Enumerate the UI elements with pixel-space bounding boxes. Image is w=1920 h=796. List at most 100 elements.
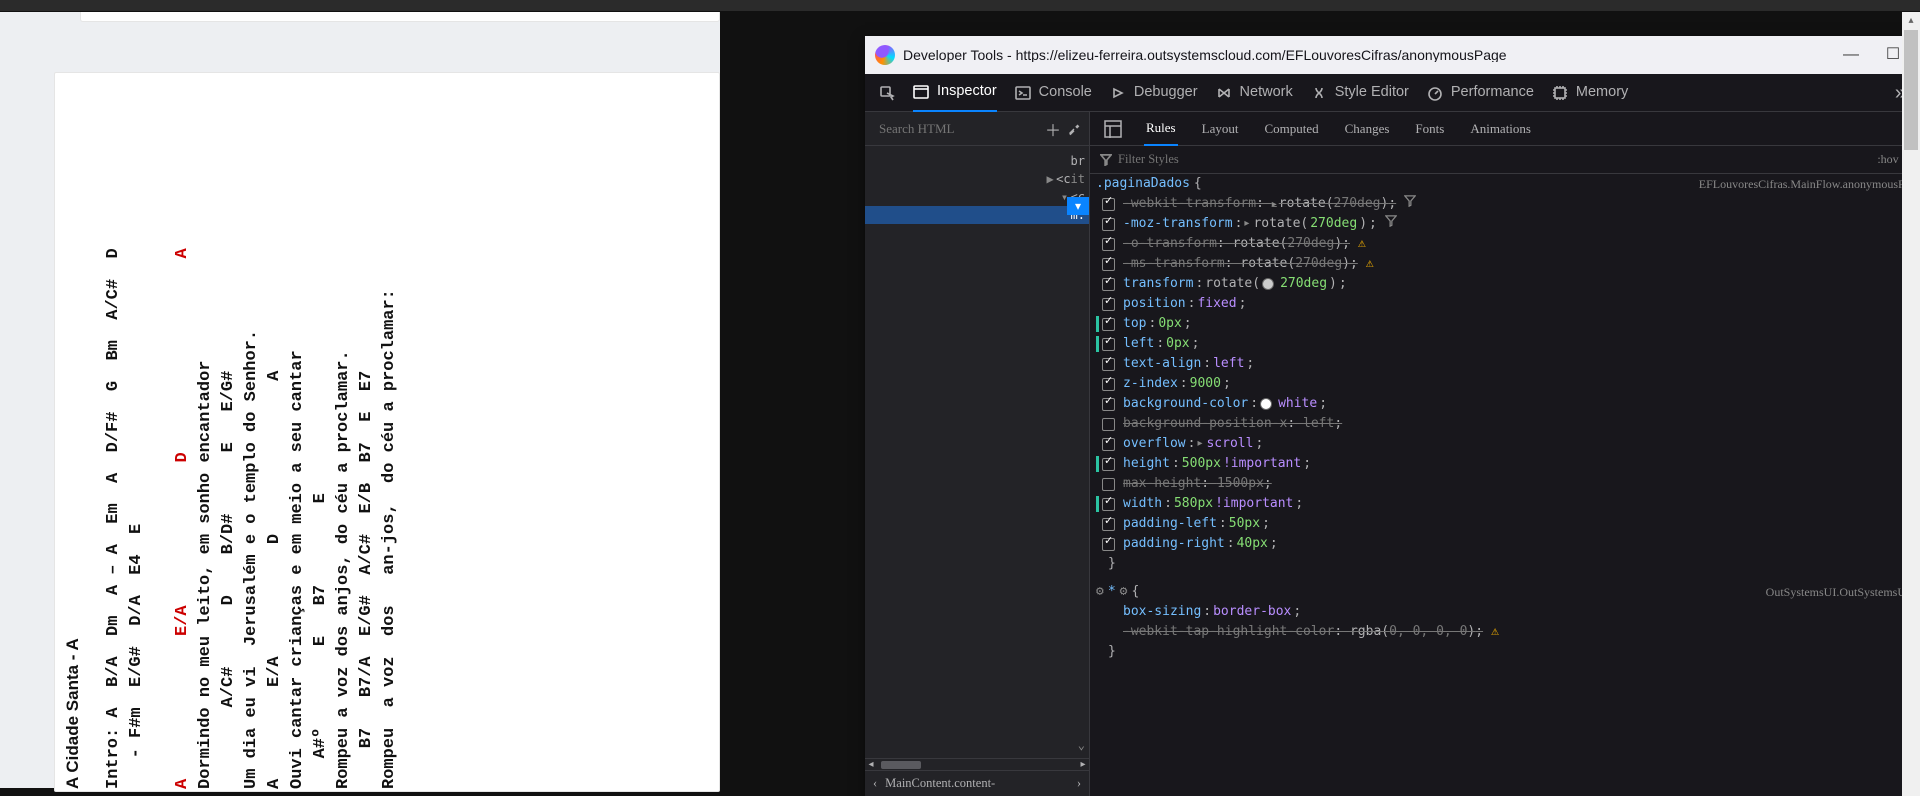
scroll-up-arrow[interactable]: ▴ xyxy=(1902,12,1920,30)
layout-toggle-icon[interactable] xyxy=(1104,120,1122,138)
devtools-window: Developer Tools - https://elizeu-ferreir… xyxy=(865,36,1920,796)
dom-h-scrollbar[interactable]: ◂ ▸ xyxy=(865,758,1089,770)
decl-enable-checkbox[interactable] xyxy=(1102,418,1115,431)
rules-list[interactable]: .paginaDados {EFLouvoresCifras.MainFlow.… xyxy=(1090,174,1920,796)
dom-panel: ＋ br▶<cit▾<c m:▾ ⌄ ◂ ▸ ‹ MainContent.cont… xyxy=(865,112,1090,796)
subtab-rules[interactable]: Rules xyxy=(1144,112,1178,146)
warning-icon[interactable]: ⚠ xyxy=(1366,254,1374,274)
decl-enable-checkbox[interactable] xyxy=(1102,498,1115,511)
html-search-input[interactable] xyxy=(879,121,1039,137)
subtab-changes[interactable]: Changes xyxy=(1343,112,1392,146)
decl-enable-checkbox[interactable] xyxy=(1102,538,1115,551)
css-declaration[interactable]: -o-transform: rotate(270deg);⚠ xyxy=(1096,234,1910,254)
filter-styles-input[interactable] xyxy=(1118,152,1877,167)
dom-node[interactable]: br xyxy=(865,152,1089,170)
decl-enable-checkbox[interactable] xyxy=(1102,438,1115,451)
eyedropper-button[interactable] xyxy=(1067,118,1081,140)
warning-icon[interactable]: ⚠ xyxy=(1491,622,1499,642)
subtab-layout[interactable]: Layout xyxy=(1200,112,1241,146)
decl-enable-checkbox[interactable] xyxy=(1102,478,1115,491)
decl-enable-checkbox[interactable] xyxy=(1102,218,1115,231)
crumb-next[interactable]: › xyxy=(1077,776,1081,791)
css-declaration[interactable]: z-index: 9000; xyxy=(1096,374,1910,394)
decl-enable-checkbox[interactable] xyxy=(1102,338,1115,351)
filter-icon[interactable] xyxy=(1385,214,1397,234)
rule-selector-row[interactable]: ⚙*⚙ {OutSystemsUI.OutSystemsUI xyxy=(1096,582,1910,602)
breadcrumb-text[interactable]: MainContent.content- xyxy=(885,776,995,791)
decl-enable-checkbox[interactable] xyxy=(1102,298,1115,311)
gear-icon[interactable]: ⚙ xyxy=(1096,582,1104,602)
filter-icon[interactable] xyxy=(1404,194,1416,214)
dom-tree[interactable]: br▶<cit▾<c m:▾ ⌄ xyxy=(865,146,1089,758)
css-declaration[interactable]: -webkit-transform: ▸rotate(270deg); xyxy=(1096,194,1910,214)
new-node-button[interactable]: ＋ xyxy=(1045,118,1061,140)
css-declaration[interactable]: transform: rotate( 270deg); xyxy=(1096,274,1910,294)
css-declaration[interactable]: left: 0px; xyxy=(1096,334,1910,354)
css-declaration[interactable]: top: 0px; xyxy=(1096,314,1910,334)
tab-performance[interactable]: Performance xyxy=(1427,74,1534,112)
window-titlebar[interactable]: Developer Tools - https://elizeu-ferreir… xyxy=(865,36,1920,74)
css-declaration[interactable]: max-height: 1500px; xyxy=(1096,474,1910,494)
pick-element-button[interactable] xyxy=(879,74,895,112)
tab-inspector[interactable]: Inspector xyxy=(913,74,997,112)
rule-source-link[interactable]: OutSystemsUI.OutSystemsUI xyxy=(1766,585,1910,600)
warning-icon[interactable]: ⚠ xyxy=(1358,234,1366,254)
rule-source-link[interactable]: EFLouvoresCifras.MainFlow.anonymousPa xyxy=(1699,177,1910,192)
css-declaration[interactable]: overflow: ▸scroll; xyxy=(1096,434,1910,454)
decl-enable-checkbox[interactable] xyxy=(1102,458,1115,471)
decl-enable-checkbox[interactable] xyxy=(1102,258,1115,271)
decl-enable-checkbox[interactable] xyxy=(1102,358,1115,371)
domtree-overflow-icon[interactable]: ⌄ xyxy=(1078,736,1085,754)
css-declaration[interactable]: background-color: white; xyxy=(1096,394,1910,414)
subtab-computed[interactable]: Computed xyxy=(1262,112,1320,146)
song-body: Intro: A B/A Dm A – A Em A D/F# G Bm A/C… xyxy=(103,79,401,789)
gear-icon[interactable]: ⚙ xyxy=(1120,582,1128,602)
tab-style-editor[interactable]: Style Editor xyxy=(1311,74,1409,112)
scroll-left-arrow[interactable]: ◂ xyxy=(865,759,877,771)
decl-enable-checkbox[interactable] xyxy=(1102,278,1115,291)
funnel-icon xyxy=(1100,154,1112,166)
decl-enable-checkbox[interactable] xyxy=(1102,318,1115,331)
style-editor-icon xyxy=(1311,85,1327,101)
breadcrumbs-bar: ‹ MainContent.content- › xyxy=(865,770,1089,796)
minimize-button[interactable]: — xyxy=(1834,47,1868,63)
browser-viewport: A Cidade Santa - A Intro: A B/A Dm A – A… xyxy=(0,12,720,788)
css-declaration[interactable]: width: 580px !important; xyxy=(1096,494,1910,514)
css-declaration[interactable]: -moz-transform: ▸rotate(270deg); xyxy=(1096,214,1910,234)
filter-styles-bar: :hov .c xyxy=(1090,146,1920,174)
tab-network[interactable]: Network xyxy=(1216,74,1293,112)
css-declaration[interactable]: position: fixed; xyxy=(1096,294,1910,314)
v-scroll-thumb[interactable] xyxy=(1904,30,1918,150)
dom-node[interactable]: m: xyxy=(865,206,1089,224)
crumb-prev[interactable]: ‹ xyxy=(873,776,877,791)
css-declaration[interactable]: box-sizing: border-box; xyxy=(1096,602,1910,622)
css-declaration[interactable]: height: 500px !important; xyxy=(1096,454,1910,474)
decl-enable-checkbox[interactable] xyxy=(1102,378,1115,391)
subtab-fonts[interactable]: Fonts xyxy=(1413,112,1446,146)
decl-enable-checkbox[interactable] xyxy=(1102,238,1115,251)
dom-node[interactable]: ▶<cit xyxy=(865,170,1089,188)
decl-enable-checkbox[interactable] xyxy=(1102,398,1115,411)
tab-debugger[interactable]: Debugger xyxy=(1110,74,1198,112)
subtab-animations[interactable]: Animations xyxy=(1468,112,1533,146)
css-declaration[interactable]: text-align: left; xyxy=(1096,354,1910,374)
css-declaration[interactable]: padding-right: 40px; xyxy=(1096,534,1910,554)
css-declaration[interactable]: background-position-x: left; xyxy=(1096,414,1910,434)
tab-console[interactable]: Console xyxy=(1015,74,1092,112)
dom-node[interactable]: ▾<c xyxy=(865,188,1089,206)
os-top-bar xyxy=(0,0,1920,12)
decl-enable-checkbox[interactable] xyxy=(1102,198,1115,211)
css-declaration[interactable]: -ms-transform: rotate(270deg);⚠ xyxy=(1096,254,1910,274)
window-title-text: Developer Tools - https://elizeu-ferreir… xyxy=(903,48,1826,62)
css-declaration[interactable]: -webkit-tap-highlight-color: rgba(0, 0, … xyxy=(1096,622,1910,642)
tab-memory[interactable]: Memory xyxy=(1552,74,1628,112)
h-scroll-thumb[interactable] xyxy=(881,761,921,769)
song-card: A Cidade Santa - A Intro: A B/A Dm A – A… xyxy=(54,72,720,792)
scroll-right-arrow[interactable]: ▸ xyxy=(1077,759,1089,771)
rules-subtabs: Rules Layout Computed Changes Fonts Animation… xyxy=(1090,112,1920,146)
css-declaration[interactable]: padding-left: 50px; xyxy=(1096,514,1910,534)
decl-enable-checkbox[interactable] xyxy=(1102,518,1115,531)
page-v-scrollbar[interactable]: ▴ xyxy=(1902,12,1920,796)
rule-selector-row[interactable]: .paginaDados {EFLouvoresCifras.MainFlow.… xyxy=(1096,174,1910,194)
selected-node-expand-icon[interactable]: ▾ xyxy=(1067,197,1089,215)
